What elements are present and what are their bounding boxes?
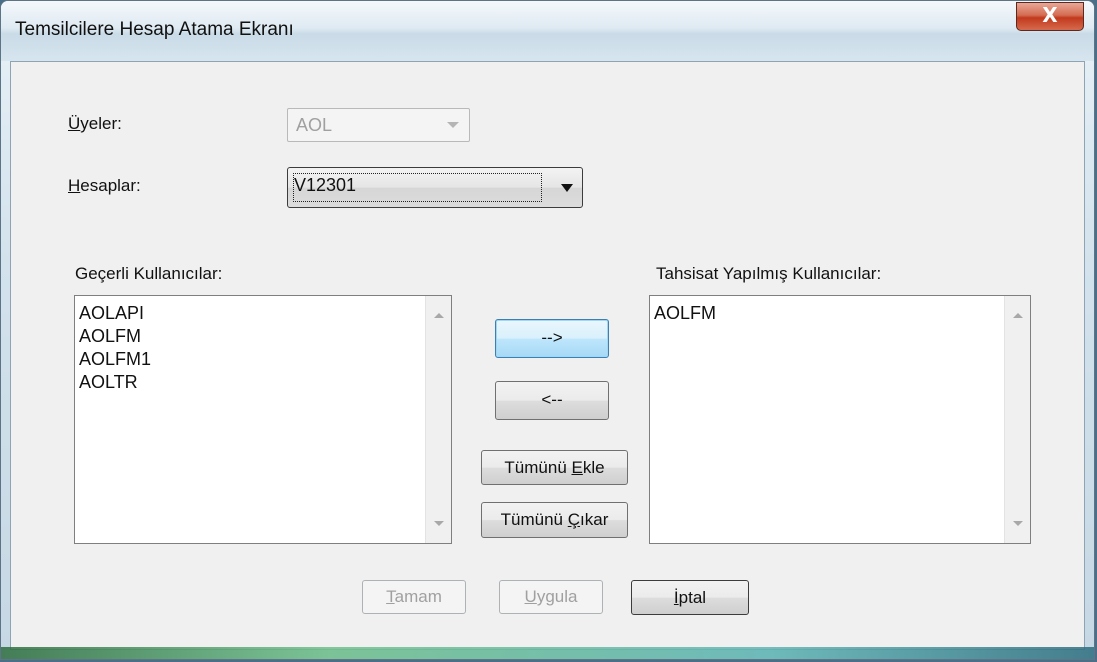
list-item[interactable]: AOLFM1 — [79, 348, 151, 371]
remove-all-button[interactable]: Tümünü Çıkar — [481, 502, 628, 538]
members-combobox: AOL — [287, 108, 470, 142]
ok-button[interactable]: Tamam — [362, 580, 466, 614]
accounts-value: V12301 — [294, 175, 357, 195]
apply-hotkey: U — [524, 587, 537, 606]
cancel-label: ptal — [678, 588, 707, 607]
move-left-button[interactable]: <-- — [495, 381, 609, 420]
scrollbar[interactable] — [425, 296, 451, 543]
title-bar[interactable]: Temsilcilere Hesap Atama Ekranı X — [1, 1, 1094, 61]
ok-hotkey: T — [386, 587, 395, 606]
members-value: AOL — [296, 115, 333, 135]
ok-label: amam — [394, 587, 442, 606]
dialog-client-area: Üyeler: AOL Hesaplar: V12301 Geçerli Kul… — [10, 61, 1085, 650]
remove-all-label-post: ıkar — [580, 510, 609, 529]
assigned-users-list[interactable]: AOLFM — [649, 295, 1031, 544]
window-bottom-border — [1, 647, 1094, 659]
scroll-down-icon[interactable] — [1013, 521, 1023, 526]
close-button[interactable]: X — [1016, 2, 1084, 31]
remove-all-label-pre: Tümünü — [500, 510, 568, 529]
window-title: Temsilcilere Hesap Atama Ekranı — [15, 19, 294, 40]
available-users-list[interactable]: AOLAPI AOLFM AOLFM1 AOLTR — [74, 295, 452, 544]
close-icon: X — [1042, 3, 1058, 27]
add-all-hotkey: E — [571, 458, 583, 477]
add-all-label-pre: Tümünü — [504, 458, 572, 477]
list-item[interactable]: AOLAPI — [79, 302, 151, 325]
add-all-label-post: kle — [582, 458, 605, 477]
scroll-down-icon[interactable] — [434, 521, 444, 526]
scroll-up-icon[interactable] — [1013, 313, 1023, 318]
list-item[interactable]: AOLTR — [79, 371, 151, 394]
scrollbar[interactable] — [1004, 296, 1030, 543]
move-right-button[interactable]: --> — [495, 319, 609, 358]
list-item[interactable]: AOLFM — [79, 325, 151, 348]
chevron-down-icon — [447, 122, 459, 128]
scroll-up-icon[interactable] — [434, 313, 444, 318]
apply-button[interactable]: Uygula — [499, 580, 603, 614]
remove-all-hotkey: Ç — [567, 510, 581, 529]
add-all-button[interactable]: Tümünü Ekle — [481, 450, 628, 485]
accounts-label-text: esaplar: — [80, 176, 141, 195]
assigned-users-label: Tahsisat Yapılmış Kullanıcılar: — [656, 264, 882, 283]
dialog-window: Temsilcilere Hesap Atama Ekranı X Üyeler… — [0, 0, 1095, 660]
apply-label: ygula — [536, 587, 578, 606]
members-label: Üyeler: — [68, 114, 122, 134]
available-users-label: Geçerli Kullanıcılar: — [75, 264, 223, 283]
chevron-down-icon[interactable] — [561, 184, 573, 192]
members-label-hotkey: Ü — [68, 114, 81, 133]
accounts-label-hotkey: H — [68, 176, 81, 195]
list-item[interactable]: AOLFM — [654, 302, 716, 325]
accounts-combobox[interactable]: V12301 — [287, 167, 583, 208]
accounts-label: Hesaplar: — [68, 176, 141, 196]
cancel-button[interactable]: İptal — [631, 580, 749, 615]
members-label-text: yeler: — [80, 114, 122, 133]
